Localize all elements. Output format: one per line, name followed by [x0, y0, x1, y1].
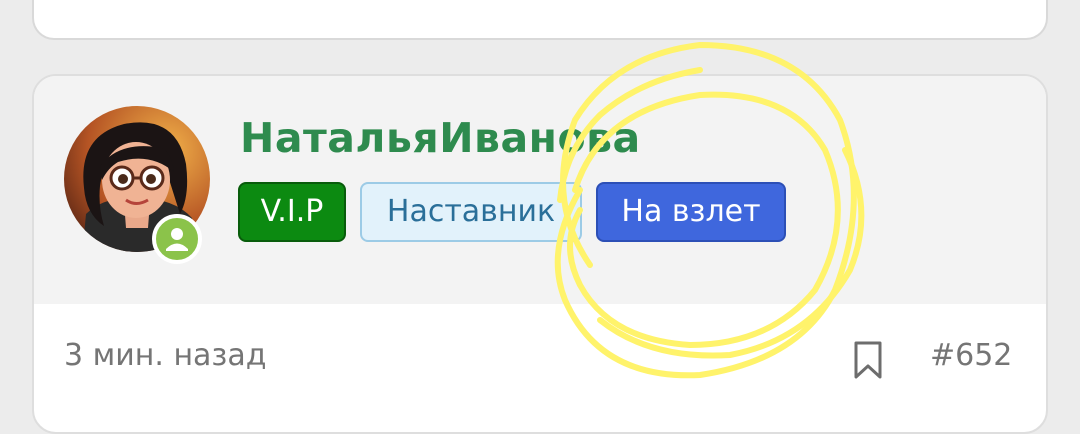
badge-mentor[interactable]: Наставник: [360, 182, 582, 242]
bookmark-icon[interactable]: [852, 340, 884, 380]
post-number[interactable]: #652: [930, 338, 1012, 373]
online-status-badge: [152, 214, 202, 264]
previous-post-card: [32, 0, 1048, 40]
badge-takeoff[interactable]: На взлет: [596, 182, 786, 242]
post-time: 3 мин. назад: [64, 338, 267, 373]
post-card[interactable]: НатальяИванова V.I.P Наставник На взлет …: [32, 74, 1048, 434]
author-username[interactable]: НатальяИванова: [240, 114, 641, 162]
badge-vip[interactable]: V.I.P: [238, 182, 346, 242]
user-icon: [166, 228, 188, 251]
